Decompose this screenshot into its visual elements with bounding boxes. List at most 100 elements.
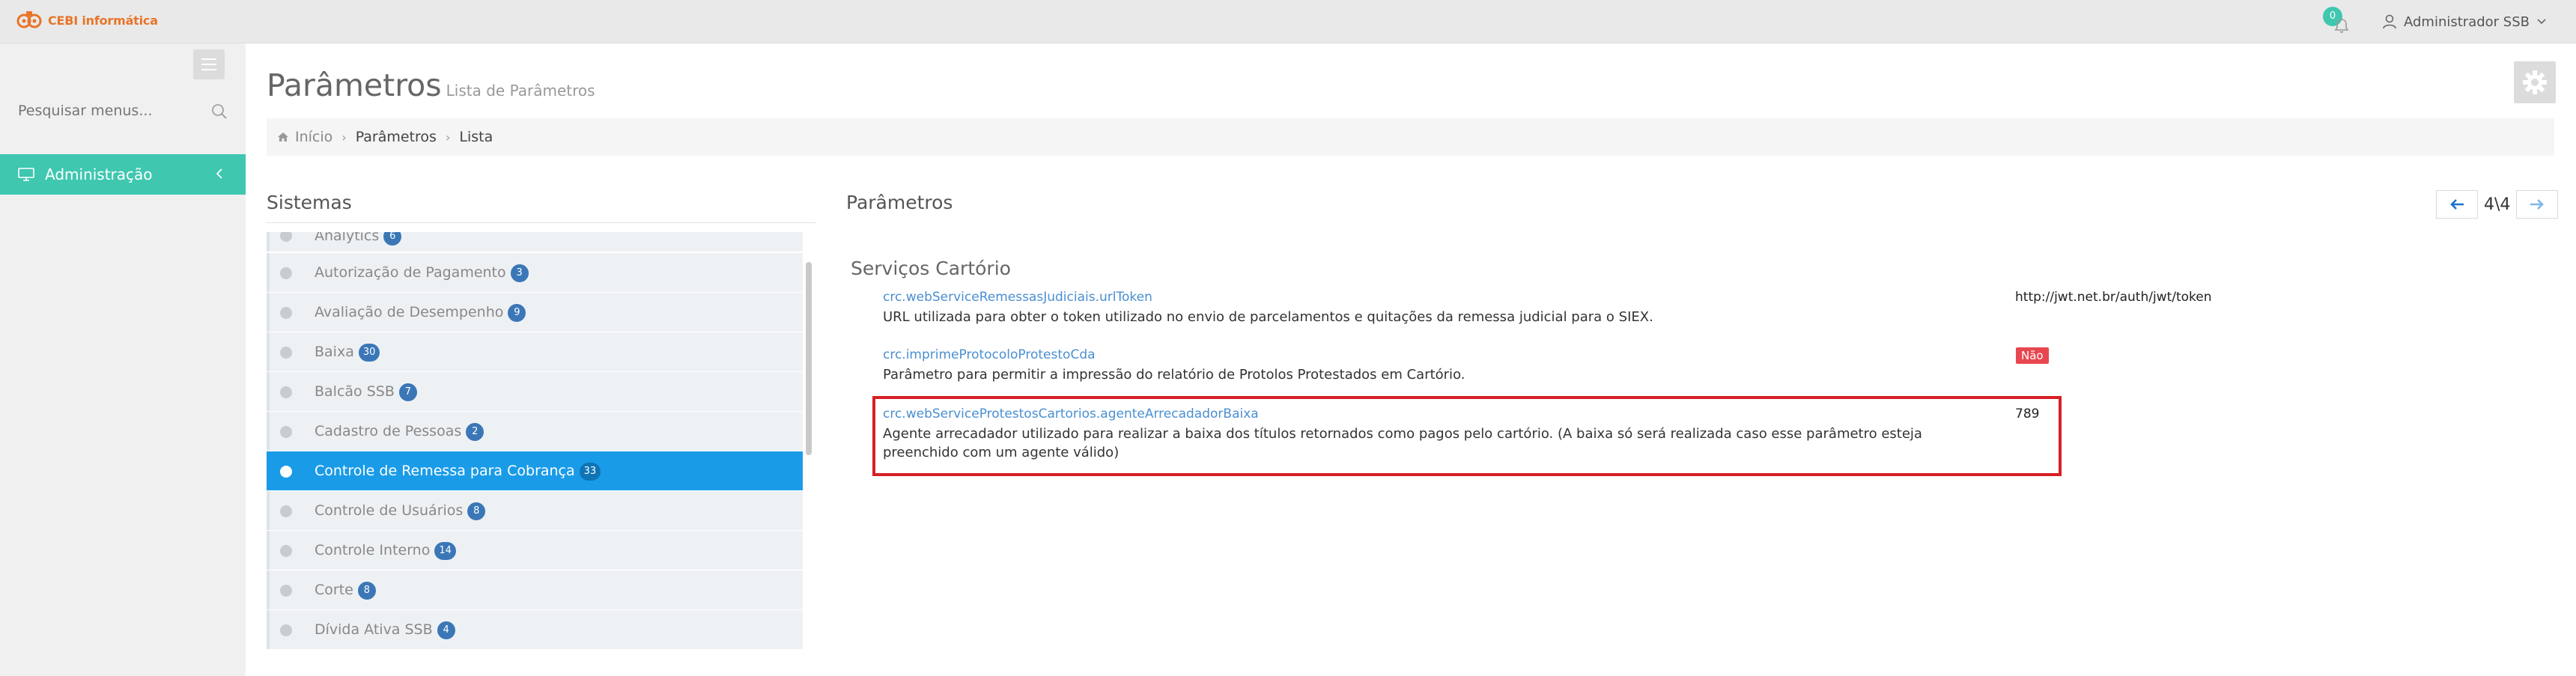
search-icon[interactable] — [211, 103, 228, 120]
sistema-item-baixa[interactable]: Baixa 30 — [267, 332, 803, 372]
item-bar — [267, 332, 270, 371]
arrow-left-icon — [2450, 199, 2464, 210]
dot-icon — [280, 426, 292, 438]
sistema-name: Baixa — [315, 344, 354, 360]
logo-text: CEBI informática — [48, 13, 158, 28]
sistema-name: Cadastro de Pessoas — [315, 423, 462, 439]
dot-icon — [280, 307, 292, 319]
parametros-title: Parâmetros — [846, 192, 953, 213]
sidebar-item-label: Administração — [45, 165, 153, 183]
item-bar — [267, 491, 270, 530]
user-menu[interactable]: Administrador SSB — [2383, 14, 2546, 30]
item-bar — [267, 531, 270, 570]
count-badge: 4 — [437, 621, 455, 639]
sistema-name: Corte — [315, 582, 353, 598]
dot-icon — [280, 232, 292, 242]
dot-icon — [280, 347, 292, 359]
highlight-box — [872, 396, 2062, 476]
count-badge: 6 — [383, 232, 402, 246]
sistema-item-controle-remessa-cobranca[interactable]: Controle de Remessa para Cobrança 33 — [267, 451, 803, 491]
sidebar-toggle-button[interactable] — [193, 49, 225, 79]
sistema-item-analytics[interactable]: Analytics 6 — [267, 232, 803, 252]
logo[interactable]: CEBI informática — [16, 9, 158, 31]
menu-icon-line — [201, 69, 216, 70]
next-page-button[interactable] — [2516, 190, 2559, 219]
item-bar — [267, 570, 270, 609]
status-badge: Não — [2016, 347, 2049, 364]
sistemas-title: Sistemas — [267, 192, 352, 213]
sistema-item-balcao-ssb[interactable]: Balcão SSB 7 — [267, 372, 803, 412]
parameter-description: Parâmetro para permitir a impressão do r… — [883, 367, 1465, 383]
breadcrumb: Início › Parâmetros › Lista — [267, 118, 2554, 156]
item-bar — [267, 232, 270, 252]
count-badge: 30 — [358, 343, 380, 362]
sistema-name: Controle de Usuários — [315, 502, 464, 519]
sidebar-item-administracao[interactable]: Administração — [0, 154, 246, 195]
sistema-item-divida-ativa-ssb[interactable]: Dívida Ativa SSB 4 — [267, 610, 803, 650]
sistema-label: Balcão SSB 7 — [315, 372, 417, 412]
sistemas-scrollbar[interactable] — [806, 262, 812, 455]
sistema-name: Autorização de Pagamento — [315, 264, 506, 281]
monitor-icon — [18, 168, 34, 181]
item-bar — [267, 412, 270, 451]
item-bar — [267, 610, 270, 649]
sistema-item-corte[interactable]: Corte 8 — [267, 570, 803, 610]
parameter-key-link[interactable]: crc.webServiceRemessasJudiciais.urlToken — [883, 290, 2576, 305]
sistema-label: Controle Interno 14 — [315, 531, 456, 570]
item-bar — [267, 293, 270, 332]
sistema-item-controle-usuarios[interactable]: Controle de Usuários 8 — [267, 491, 803, 531]
count-badge: 33 — [579, 462, 601, 481]
sistema-item-cadastro-pessoas[interactable]: Cadastro de Pessoas 2 — [267, 412, 803, 451]
sistema-item-autorizacao-pagamento[interactable]: Autorização de Pagamento 3 — [267, 253, 803, 293]
sistema-name: Controle Interno — [315, 542, 431, 558]
sistemas-list: Analytics 6 Autorização de Pagamento 3 Ava… — [267, 232, 803, 651]
parameter-item: crc.webServiceRemessasJudiciais.urlToken… — [883, 290, 2576, 326]
bell-icon — [2334, 19, 2349, 33]
count-badge: 3 — [510, 264, 529, 282]
page-title: Parâmetros Lista de Parâmetros — [267, 67, 595, 103]
sistema-label: Cadastro de Pessoas 2 — [315, 412, 484, 451]
prev-page-button[interactable] — [2436, 190, 2478, 219]
item-bar — [267, 253, 270, 292]
dot-icon — [280, 545, 292, 557]
top-bar: CEBI informática 0 Administrador SSB — [0, 0, 2576, 43]
sistema-name: Controle de Remessa para Cobrança — [315, 463, 575, 479]
sistema-label: Corte 8 — [315, 570, 376, 610]
sistema-label: Controle de Usuários 8 — [315, 491, 486, 531]
search-input[interactable] — [18, 97, 228, 124]
sistema-name: Analytics — [315, 232, 380, 244]
chevron-left-icon — [216, 168, 222, 179]
page-subtitle: Lista de Parâmetros — [446, 82, 595, 100]
breadcrumb-parametros[interactable]: Parâmetros — [356, 129, 437, 145]
breadcrumb-home[interactable]: Início — [277, 129, 332, 145]
page-indicator: 4\4 — [2484, 195, 2511, 214]
settings-button[interactable] — [2514, 61, 2556, 103]
divider — [267, 222, 815, 223]
dot-icon — [280, 624, 292, 636]
sistema-label: Dívida Ativa SSB 4 — [315, 610, 455, 650]
sistema-name: Avaliação de Desempenho — [315, 304, 504, 320]
count-badge: 2 — [466, 422, 484, 441]
chevron-right-icon: › — [445, 130, 451, 144]
count-badge: 14 — [434, 541, 456, 560]
dot-icon — [280, 267, 292, 279]
gear-icon — [2523, 70, 2547, 94]
sistema-item-avaliacao-desempenho[interactable]: Avaliação de Desempenho 9 — [267, 293, 803, 332]
parameter-value: http://jwt.net.br/auth/jwt/token — [2015, 290, 2212, 305]
sistema-name: Dívida Ativa SSB — [315, 621, 433, 638]
sistema-item-controle-interno[interactable]: Controle Interno 14 — [267, 531, 803, 570]
count-badge: 8 — [467, 502, 486, 520]
menu-icon-line — [201, 64, 216, 65]
logo-icon — [16, 11, 42, 28]
notification-button[interactable]: 0 — [2323, 7, 2353, 37]
parameter-key-link[interactable]: crc.imprimeProtocoloProtestoCda — [883, 347, 2576, 362]
user-icon — [2383, 14, 2396, 29]
sistema-label: Avaliação de Desempenho 9 — [315, 293, 526, 332]
dot-icon — [280, 505, 292, 517]
sistema-label: Autorização de Pagamento 3 — [315, 253, 529, 293]
sistema-name: Balcão SSB — [315, 383, 395, 400]
count-badge: 7 — [398, 383, 417, 401]
parameter-group-title: Serviços Cartório — [851, 258, 1011, 279]
sistema-label: Controle de Remessa para Cobrança 33 — [315, 451, 601, 491]
sistema-label: Baixa 30 — [315, 332, 380, 372]
